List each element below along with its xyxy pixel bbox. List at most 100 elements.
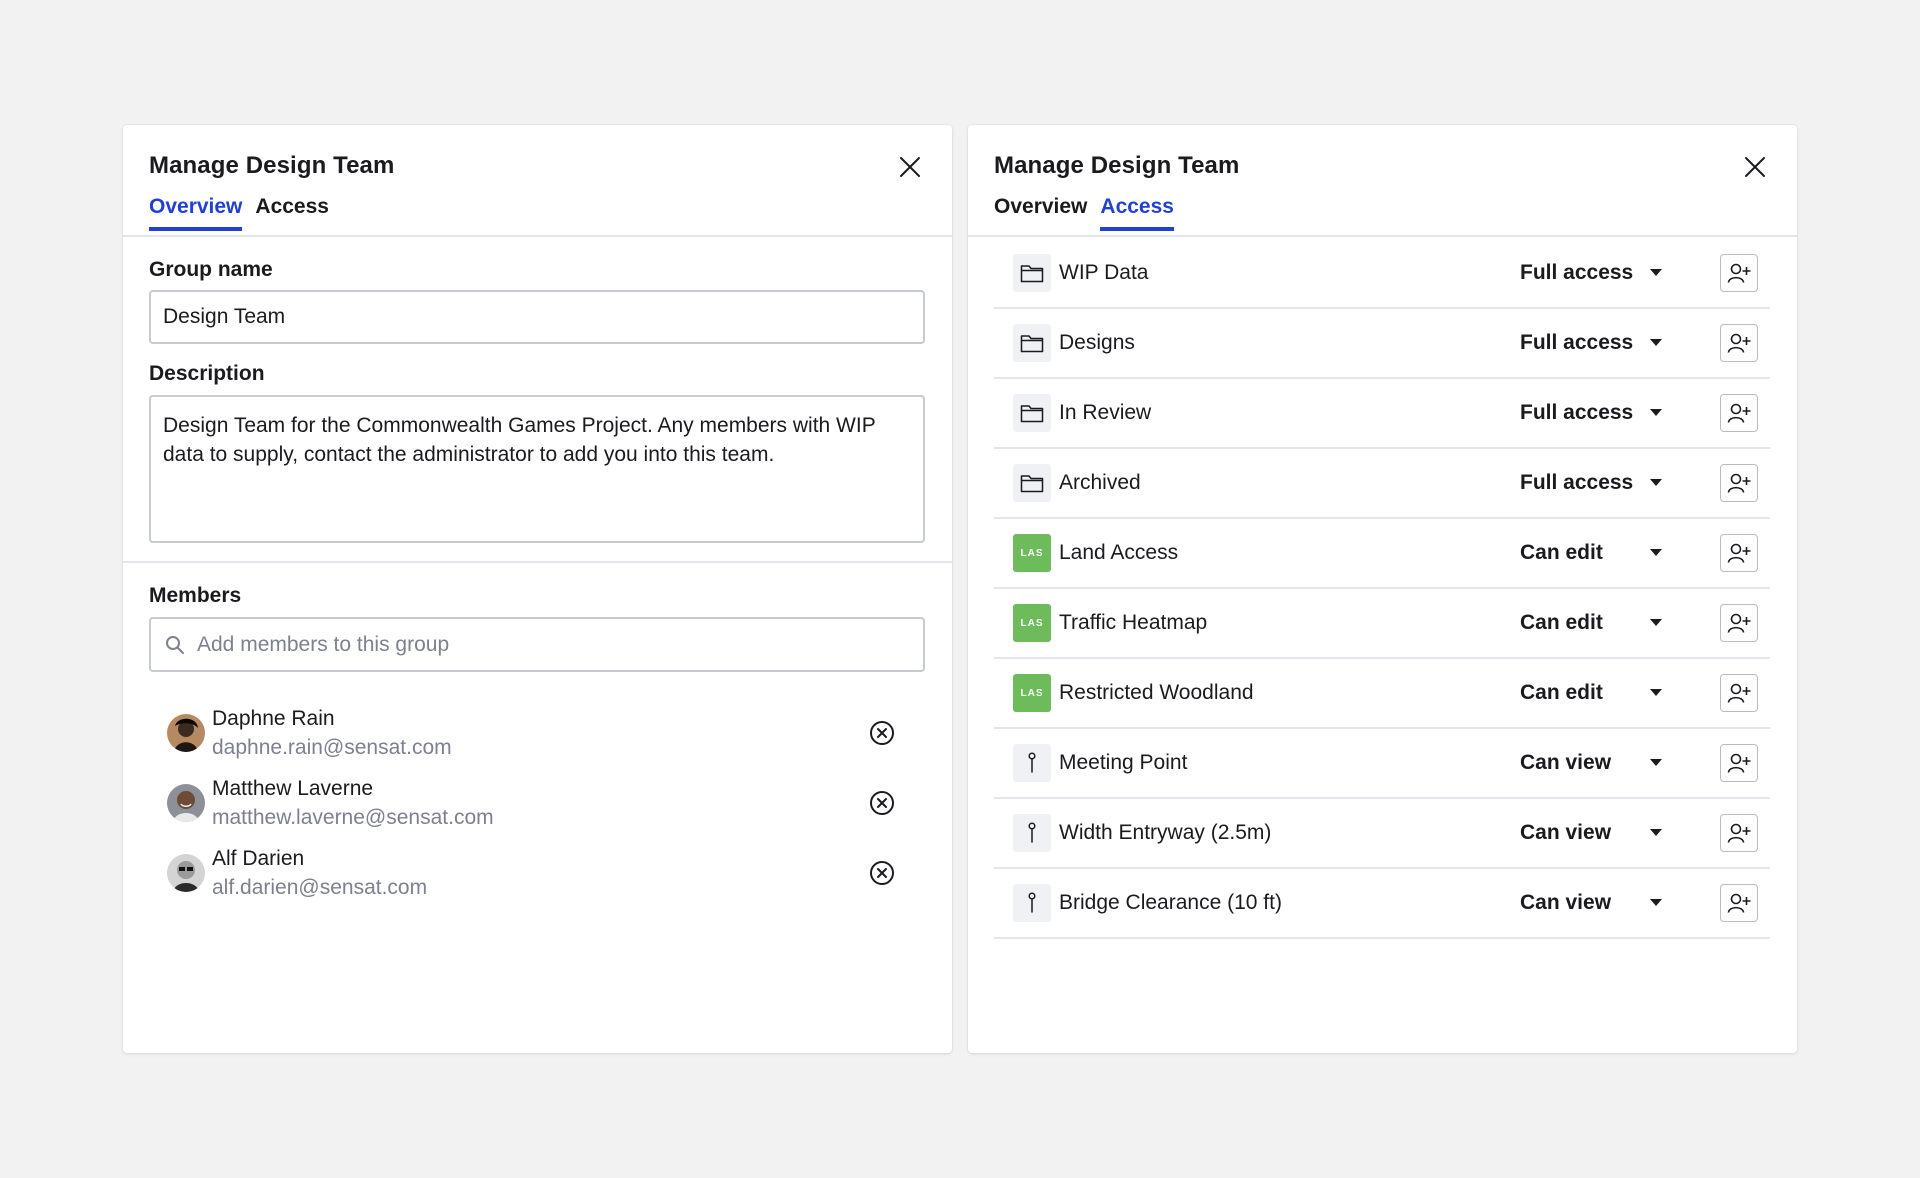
- remove-circle-icon: [870, 721, 894, 745]
- manage-team-access-dialog: Manage Design Team Overview Access WIP D…: [968, 125, 1797, 1053]
- member-search-box[interactable]: [149, 617, 925, 672]
- permission-value: Can view: [1520, 891, 1612, 914]
- tab-access[interactable]: Access: [255, 195, 329, 231]
- close-icon: [900, 157, 920, 177]
- description-label: Description: [149, 362, 265, 385]
- manage-team-overview-dialog: Manage Design Team Overview Access Group…: [123, 125, 952, 1053]
- permission-dropdown[interactable]: Can view: [1520, 729, 1680, 797]
- permission-value: Can view: [1520, 751, 1612, 774]
- member-row: Daphne Rain daphne.rain@sensat.com: [167, 698, 927, 768]
- dialog-title: Manage Design Team: [994, 152, 1240, 179]
- add-user-button[interactable]: [1720, 394, 1758, 432]
- caret-down-icon: [1650, 619, 1662, 626]
- permission-dropdown[interactable]: Can edit: [1520, 589, 1680, 657]
- caret-down-icon: [1650, 339, 1662, 346]
- section-divider: [123, 561, 952, 563]
- tab-overview[interactable]: Overview: [994, 195, 1087, 231]
- permission-value: Can edit: [1520, 681, 1603, 704]
- permission-dropdown[interactable]: Full access: [1520, 309, 1680, 377]
- pin-icon: [1013, 884, 1051, 922]
- permission-dropdown[interactable]: Can edit: [1520, 519, 1680, 587]
- access-row: WIP Data Full access: [994, 239, 1770, 309]
- tab-access[interactable]: Access: [1100, 195, 1174, 231]
- close-button[interactable]: [1740, 152, 1770, 182]
- access-row: LAS Land Access Can edit: [994, 519, 1770, 589]
- permission-dropdown[interactable]: Can edit: [1520, 659, 1680, 727]
- permission-value: Full access: [1520, 471, 1634, 494]
- group-name-label: Group name: [149, 258, 273, 281]
- dialog-tabs: Overview Access: [994, 195, 1174, 231]
- access-list: WIP Data Full access Designs Full access: [994, 239, 1770, 939]
- access-item-name: Archived: [1059, 471, 1141, 494]
- access-row: LAS Restricted Woodland Can edit: [994, 659, 1770, 729]
- avatar: [167, 714, 205, 752]
- member-name: Matthew Laverne: [212, 777, 374, 800]
- add-user-icon: [1727, 473, 1751, 493]
- permission-value: Can view: [1520, 821, 1612, 844]
- group-name-input[interactable]: [149, 290, 925, 344]
- member-email: matthew.laverne@sensat.com: [212, 806, 494, 829]
- add-user-icon: [1727, 893, 1751, 913]
- add-user-button[interactable]: [1720, 604, 1758, 642]
- add-user-button[interactable]: [1720, 534, 1758, 572]
- access-item-name: Land Access: [1059, 541, 1179, 564]
- tab-divider: [123, 235, 952, 237]
- member-row: Alf Darien alf.darien@sensat.com: [167, 838, 927, 908]
- tab-overview[interactable]: Overview: [149, 195, 243, 231]
- caret-down-icon: [1650, 689, 1662, 696]
- folder-icon: [1013, 394, 1051, 432]
- close-button[interactable]: [895, 152, 925, 182]
- member-name: Daphne Rain: [212, 707, 335, 730]
- add-user-icon: [1727, 753, 1751, 773]
- remove-member-button[interactable]: [867, 858, 897, 888]
- las-badge-icon: LAS: [1013, 534, 1051, 572]
- add-user-button[interactable]: [1720, 674, 1758, 712]
- access-row: Meeting Point Can view: [994, 729, 1770, 799]
- permission-dropdown[interactable]: Full access: [1520, 239, 1680, 307]
- permission-dropdown[interactable]: Full access: [1520, 379, 1680, 447]
- add-user-button[interactable]: [1720, 324, 1758, 362]
- permission-dropdown[interactable]: Can view: [1520, 869, 1680, 937]
- add-user-button[interactable]: [1720, 814, 1758, 852]
- caret-down-icon: [1650, 759, 1662, 766]
- member-name: Alf Darien: [212, 847, 305, 870]
- permission-dropdown[interactable]: Full access: [1520, 449, 1680, 517]
- folder-icon: [1013, 254, 1051, 292]
- member-email: alf.darien@sensat.com: [212, 876, 428, 899]
- caret-down-icon: [1650, 409, 1662, 416]
- add-user-icon: [1727, 263, 1751, 283]
- las-badge-icon: LAS: [1013, 674, 1051, 712]
- permission-value: Full access: [1520, 401, 1634, 424]
- add-user-icon: [1727, 613, 1751, 633]
- caret-down-icon: [1650, 479, 1662, 486]
- dialog-tabs: Overview Access: [149, 195, 329, 231]
- access-row: In Review Full access: [994, 379, 1770, 449]
- permission-value: Can edit: [1520, 541, 1603, 564]
- pin-icon: [1013, 744, 1051, 782]
- caret-down-icon: [1650, 549, 1662, 556]
- add-user-button[interactable]: [1720, 884, 1758, 922]
- access-item-name: Traffic Heatmap: [1059, 611, 1208, 634]
- member-search-input[interactable]: [195, 631, 923, 658]
- add-user-button[interactable]: [1720, 254, 1758, 292]
- members-label: Members: [149, 584, 242, 607]
- caret-down-icon: [1650, 829, 1662, 836]
- folder-icon: [1013, 464, 1051, 502]
- remove-member-button[interactable]: [867, 718, 897, 748]
- members-list: Daphne Rain daphne.rain@sensat.com Matth…: [167, 698, 927, 908]
- avatar: [167, 784, 205, 822]
- description-textarea[interactable]: Design Team for the Commonwealth Games P…: [149, 395, 925, 543]
- access-item-name: Restricted Woodland: [1059, 681, 1254, 704]
- access-row: Width Entryway (2.5m) Can view: [994, 799, 1770, 869]
- avatar: [167, 854, 205, 892]
- access-item-name: Bridge Clearance (10 ft): [1059, 891, 1282, 914]
- caret-down-icon: [1650, 269, 1662, 276]
- caret-down-icon: [1650, 899, 1662, 906]
- permission-dropdown[interactable]: Can view: [1520, 799, 1680, 867]
- add-user-button[interactable]: [1720, 464, 1758, 502]
- search-icon: [166, 635, 184, 654]
- remove-member-button[interactable]: [867, 788, 897, 818]
- access-item-name: In Review: [1059, 401, 1152, 424]
- add-user-button[interactable]: [1720, 744, 1758, 782]
- permission-value: Full access: [1520, 261, 1634, 284]
